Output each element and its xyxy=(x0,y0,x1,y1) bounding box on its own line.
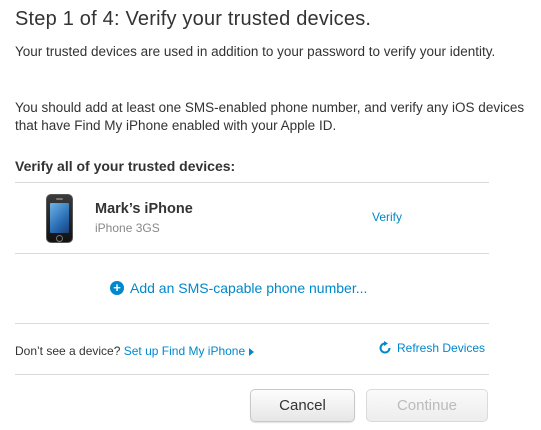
missing-device-text: Don’t see a device? xyxy=(15,344,121,358)
device-name: Mark’s iPhone xyxy=(95,201,193,217)
refresh-devices-label: Refresh Devices xyxy=(397,341,486,355)
section-heading: Verify all of your trusted devices: xyxy=(15,158,236,174)
device-model: iPhone 3GS xyxy=(95,221,160,235)
intro-text-secondary: You should add at least one SMS-enabled … xyxy=(15,100,525,133)
setup-find-my-iphone-link[interactable]: Set up Find My iPhone xyxy=(123,344,255,358)
add-sms-number-link[interactable]: + Add an SMS-capable phone number... xyxy=(110,280,367,296)
cancel-button[interactable]: Cancel xyxy=(250,389,355,422)
intro-text: Your trusted devices are used in additio… xyxy=(15,44,496,59)
refresh-icon xyxy=(379,341,391,354)
page-title: Step 1 of 4: Verify your trusted devices… xyxy=(15,8,372,30)
divider xyxy=(15,374,489,375)
iphone-icon xyxy=(46,194,73,243)
add-sms-number-label: Add an SMS-capable phone number... xyxy=(130,280,368,296)
chevron-right-icon xyxy=(249,347,255,356)
device-row: Mark’s iPhone iPhone 3GS Verify xyxy=(15,184,489,252)
divider xyxy=(15,253,489,254)
missing-device-note: Don’t see a device? Set up Find My iPhon… xyxy=(15,344,255,358)
divider xyxy=(15,323,489,324)
setup-find-my-iphone-label: Set up Find My iPhone xyxy=(123,344,246,358)
verify-link[interactable]: Verify xyxy=(372,210,402,224)
divider xyxy=(15,182,489,183)
plus-circle-icon: + xyxy=(110,281,124,295)
continue-button[interactable]: Continue xyxy=(366,389,488,422)
refresh-devices-link[interactable]: Refresh Devices xyxy=(378,341,485,355)
